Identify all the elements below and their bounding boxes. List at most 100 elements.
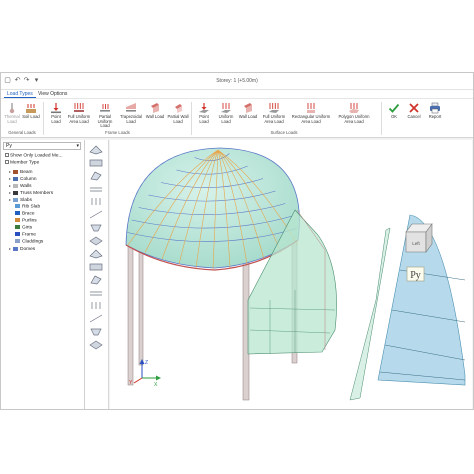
tree-item-frame[interactable]: Frame — [15, 232, 36, 237]
tree-item-label: Domes — [20, 247, 36, 252]
tree-item-beam[interactable]: ▸ Beam — [9, 169, 33, 175]
point-load-icon — [199, 103, 209, 113]
view-tool-icon[interactable] — [88, 287, 104, 298]
frame-trapezoidal-label: Trapezoidal Load — [120, 114, 142, 124]
view-tool-icon[interactable] — [88, 274, 104, 285]
model-canvas: Left Py Z X Y — [125, 147, 466, 401]
tree-item-domes[interactable]: ▸ Domes — [9, 246, 35, 252]
check-icon — [388, 103, 400, 113]
trapezoidal-icon — [126, 103, 136, 112]
tree-item-brace[interactable]: Brace — [15, 211, 35, 216]
view-tool-icon[interactable] — [88, 183, 104, 194]
chevron-down-icon: ▾ — [76, 143, 79, 149]
y-axis-line — [133, 377, 143, 384]
tree-item-purlins[interactable]: Purlins — [15, 218, 37, 223]
member-type-icon — [13, 176, 18, 181]
view-tool-icon[interactable] — [88, 170, 104, 181]
surface-point-load-button[interactable]: Point Load — [194, 102, 214, 124]
tree-item-label: Claddings — [22, 239, 44, 245]
surface-full-uniform-button[interactable]: Full Uniform Area Load — [259, 102, 289, 124]
view-tool-icon[interactable] — [88, 235, 104, 246]
load-case-dropdown[interactable]: Py ▾ — [3, 142, 81, 150]
cancel-button[interactable]: Cancel — [405, 102, 423, 120]
frame-wall-load-label: Wall Load — [145, 114, 165, 119]
member-type-icon — [15, 225, 20, 229]
surface-wall-load-button[interactable]: Wall Load — [238, 102, 258, 120]
full-uniform-icon — [269, 103, 279, 113]
surface-polygon-uniform-label: Polygon Uniform Area Load — [338, 114, 370, 124]
surface-uniform-load-label: Uniform Load — [218, 114, 234, 124]
frame-partial-uniform-button[interactable]: Partial Uniform Load — [93, 102, 117, 129]
tree-item-label: Purlins — [22, 218, 37, 224]
view-cube-face-label: Left — [412, 241, 420, 246]
frame-point-load-button[interactable]: Point Load — [46, 102, 66, 124]
member-type-icon — [13, 246, 18, 251]
z-axis-label: Z — [145, 360, 148, 366]
view-tool-icon[interactable] — [88, 326, 104, 337]
tree-item-label: Girts — [22, 225, 33, 231]
axis-triad: Z X Y — [129, 359, 161, 388]
frame-partial-wall-button[interactable]: Partial Wall Load — [167, 102, 189, 124]
view-tool-icon[interactable] — [88, 209, 104, 220]
wall-load-icon — [151, 103, 159, 113]
view-tool-icon[interactable] — [88, 339, 104, 350]
load-case-badge: Py — [406, 266, 425, 282]
x-axis-label: X — [154, 382, 158, 388]
report-label: Report — [428, 114, 442, 119]
tree-item-slabs[interactable]: ▸ Slabs — [9, 197, 32, 203]
point-load-icon — [51, 103, 61, 114]
general-loads-group-label: General Loads — [8, 130, 36, 135]
view-tool-icon[interactable] — [88, 248, 104, 259]
full-uniform-icon — [74, 103, 84, 112]
tree-item-column[interactable]: ▸ Column — [9, 176, 37, 182]
surface-rect-uniform-button[interactable]: Rectangular Uniform Area Load — [291, 102, 331, 124]
view-tool-icon[interactable] — [88, 157, 104, 168]
view-tool-icon[interactable] — [88, 222, 104, 233]
show-only-loaded-checkbox[interactable]: Show Only Loaded Me... — [5, 153, 63, 158]
tree-item-label: Walls — [20, 184, 32, 189]
tab-load-types[interactable]: Load Types — [4, 91, 36, 98]
report-button[interactable]: Report — [425, 102, 445, 120]
ok-button[interactable]: OK — [386, 102, 402, 120]
frame-partial-wall-label: Partial Wall Load — [167, 114, 189, 124]
frame-point-load-label: Point Load — [51, 114, 61, 124]
member-type-icon — [13, 169, 18, 174]
3d-viewport[interactable]: Left Py Z X Y — [110, 140, 472, 409]
member-type-icon — [15, 204, 20, 208]
frame-wall-load-button[interactable]: Wall Load — [145, 102, 165, 120]
surface-uniform-load-button[interactable]: Uniform Load — [216, 102, 236, 124]
view-tool-icon[interactable] — [88, 313, 104, 324]
tree-item-truss-members[interactable]: ▸ Truss Members — [9, 190, 53, 196]
member-type-checkbox[interactable]: Member Type — [5, 160, 39, 165]
column — [127, 244, 134, 386]
column — [138, 249, 144, 366]
surface-polygon-uniform-button[interactable]: Polygon Uniform Area Load — [334, 102, 374, 124]
view-cube[interactable]: Left — [405, 223, 433, 253]
soil-load-button[interactable]: Soil Load — [22, 102, 40, 120]
wall-load-icon — [244, 103, 252, 113]
tab-view-options[interactable]: View Options — [35, 91, 70, 98]
member-type-icon — [15, 211, 20, 215]
member-filter-panel: Py ▾ Show Only Loaded Me... Member Type … — [1, 140, 85, 409]
member-type-icon — [15, 239, 20, 243]
tree-item-rib-slab[interactable]: Rib Slab — [15, 204, 40, 209]
tree-item-claddings[interactable]: Claddings — [15, 239, 43, 244]
view-tool-icon[interactable] — [88, 144, 104, 155]
thermal-icon — [9, 103, 15, 114]
tree-item-girts[interactable]: Girts — [15, 225, 32, 230]
view-tool-icon[interactable] — [88, 300, 104, 311]
view-tool-icon[interactable] — [88, 261, 104, 272]
uniform-load-icon — [221, 103, 231, 113]
ribbon-tabs: Load Types View Options — [1, 90, 473, 98]
view-tool-icon[interactable] — [88, 196, 104, 207]
thermal-load-label: Thermal Load — [4, 114, 20, 124]
thermal-load-button[interactable]: Thermal Load — [3, 102, 21, 124]
member-type-icon — [13, 183, 18, 188]
tree-item-walls[interactable]: ▸ Walls — [9, 183, 32, 189]
checkbox-icon — [5, 153, 9, 157]
frame-full-uniform-button[interactable]: Full Uniform Area Load — [67, 102, 91, 124]
polygon-uniform-icon — [349, 103, 359, 113]
tree-item-label: Frame — [22, 232, 36, 238]
load-case-badge-label: Py — [410, 270, 421, 281]
frame-trapezoidal-button[interactable]: Trapezoidal Load — [119, 102, 143, 124]
